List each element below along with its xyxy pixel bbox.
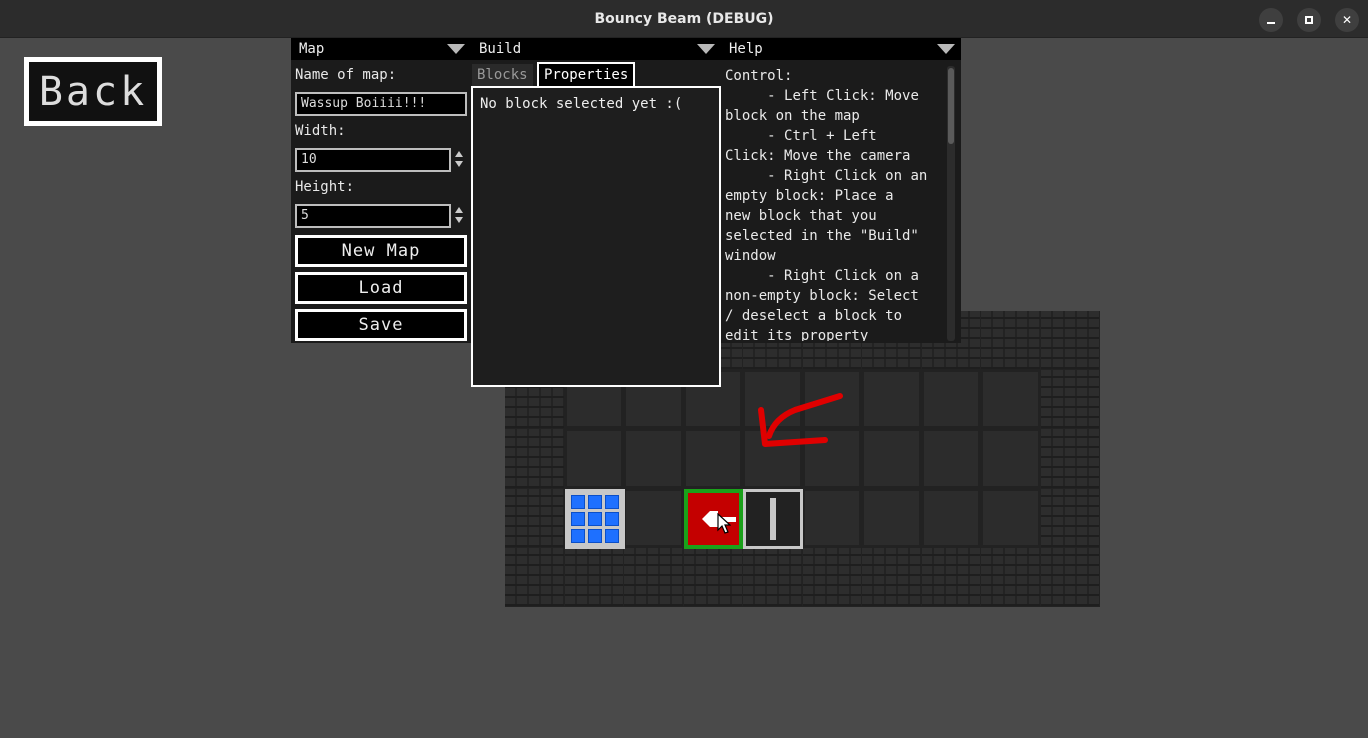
map-wall-tile[interactable] xyxy=(981,311,1040,370)
help-scrollbar[interactable] xyxy=(947,66,955,341)
map-empty-tile[interactable] xyxy=(566,431,621,486)
stepper-up-icon[interactable] xyxy=(455,151,463,157)
map-wall-tile[interactable] xyxy=(862,547,921,606)
map-wall-tile[interactable] xyxy=(1040,488,1099,547)
map-wall-tile[interactable] xyxy=(505,547,564,606)
map-wall-tile[interactable] xyxy=(743,547,802,606)
stepper-up-icon[interactable] xyxy=(455,207,463,213)
height-input[interactable]: 5 xyxy=(295,204,451,228)
collapse-arrow-icon[interactable] xyxy=(937,44,955,54)
map-empty-tile[interactable] xyxy=(923,431,978,486)
map-empty-tile[interactable] xyxy=(864,431,919,486)
width-label: Width: xyxy=(295,123,346,139)
mirror-block[interactable] xyxy=(743,489,803,549)
laser-emitter-icon xyxy=(702,511,736,527)
stepper-down-icon[interactable] xyxy=(455,217,463,223)
height-label: Height: xyxy=(295,179,355,195)
properties-box: No block selected yet :( xyxy=(471,86,721,387)
width-input[interactable]: 10 xyxy=(295,148,451,172)
map-empty-tile[interactable] xyxy=(685,431,740,486)
map-name-input[interactable]: Wassup Boiiii!!! xyxy=(295,92,467,116)
help-scrollbar-thumb[interactable] xyxy=(948,68,954,144)
load-button[interactable]: Load xyxy=(295,272,467,304)
map-empty-tile[interactable] xyxy=(983,490,1038,545)
wall-block-tile xyxy=(571,495,585,509)
tab-blocks[interactable]: Blocks xyxy=(472,64,533,88)
help-text: Control: - Left Click: Move block on the… xyxy=(725,68,928,341)
map-empty-tile[interactable] xyxy=(923,490,978,545)
save-button[interactable]: Save xyxy=(295,309,467,341)
back-button[interactable]: Back xyxy=(24,57,162,126)
help-panel: Help Control: - Left Click: Move block o… xyxy=(721,38,961,343)
map-wall-tile[interactable] xyxy=(1040,547,1099,606)
map-wall-tile[interactable] xyxy=(1040,311,1099,370)
map-wall-tile[interactable] xyxy=(505,488,564,547)
laser-block[interactable] xyxy=(684,489,743,549)
map-panel-header[interactable]: Map xyxy=(291,38,471,60)
wall-block-tile xyxy=(588,512,602,526)
window-title: Bouncy Beam (DEBUG) xyxy=(594,11,774,27)
build-panel-title: Build xyxy=(479,41,522,57)
wall-block-tile xyxy=(605,495,619,509)
build-panel: Build xyxy=(471,38,721,60)
wall-block-tile xyxy=(605,529,619,543)
map-wall-tile[interactable] xyxy=(505,429,564,488)
wall-block[interactable] xyxy=(565,489,625,549)
mirror-line-icon xyxy=(770,498,776,540)
window-titlebar: Bouncy Beam (DEBUG) ✕ xyxy=(0,0,1368,38)
help-panel-title: Help xyxy=(729,41,763,57)
map-empty-tile[interactable] xyxy=(983,431,1038,486)
wall-block-tile xyxy=(588,529,602,543)
map-wall-tile[interactable] xyxy=(802,547,861,606)
map-panel: Map Name of map: Wassup Boiiii!!! Width:… xyxy=(291,38,471,343)
map-wall-tile[interactable] xyxy=(1040,429,1099,488)
map-empty-tile[interactable] xyxy=(864,490,919,545)
collapse-arrow-icon[interactable] xyxy=(447,44,465,54)
wall-block-tile xyxy=(571,529,585,543)
minimize-icon xyxy=(1267,22,1275,24)
maximize-button[interactable] xyxy=(1297,8,1321,32)
maximize-icon xyxy=(1305,16,1313,24)
properties-empty-text: No block selected yet :( xyxy=(480,96,683,112)
back-button-label: Back xyxy=(38,68,148,115)
red-arrow-annotation xyxy=(758,393,843,447)
help-panel-header[interactable]: Help xyxy=(721,38,961,60)
map-empty-tile[interactable] xyxy=(923,372,978,427)
map-name-label: Name of map: xyxy=(295,67,397,83)
stepper-down-icon[interactable] xyxy=(455,161,463,167)
map-empty-tile[interactable] xyxy=(626,490,681,545)
map-wall-tile[interactable] xyxy=(981,547,1040,606)
map-wall-tile[interactable] xyxy=(1040,370,1099,429)
map-wall-tile[interactable] xyxy=(624,547,683,606)
map-panel-title: Map xyxy=(299,41,325,57)
wall-block-tile xyxy=(588,495,602,509)
map-empty-tile[interactable] xyxy=(983,372,1038,427)
minimize-button[interactable] xyxy=(1259,8,1283,32)
height-stepper[interactable] xyxy=(455,206,465,226)
build-panel-header[interactable]: Build xyxy=(471,38,721,60)
collapse-arrow-icon[interactable] xyxy=(697,44,715,54)
map-empty-tile[interactable] xyxy=(804,490,859,545)
mouse-cursor-icon xyxy=(717,513,731,534)
close-icon: ✕ xyxy=(1341,13,1353,27)
map-wall-tile[interactable] xyxy=(921,547,980,606)
map-empty-tile[interactable] xyxy=(626,431,681,486)
wall-block-tile xyxy=(605,512,619,526)
map-empty-tile[interactable] xyxy=(864,372,919,427)
close-button[interactable]: ✕ xyxy=(1335,8,1359,32)
map-wall-tile[interactable] xyxy=(683,547,742,606)
tab-properties[interactable]: Properties xyxy=(537,62,636,86)
map-wall-tile[interactable] xyxy=(564,547,623,606)
wall-block-tile xyxy=(571,512,585,526)
width-stepper[interactable] xyxy=(455,150,465,170)
new-map-button[interactable]: New Map xyxy=(295,235,467,267)
